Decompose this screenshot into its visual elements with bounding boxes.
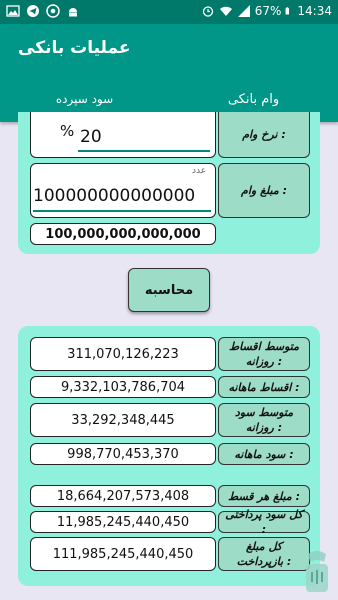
result-label-monthly-interest: سود ماهانه :: [218, 443, 310, 465]
result-label-daily-installment: متوسط اقساط روزانه :: [218, 337, 310, 371]
telegram-icon: [27, 5, 39, 17]
amount-label: مبلغ وام :: [218, 163, 310, 218]
battery-level: 67%: [254, 4, 282, 18]
result-value-total-repayment: 111,985,245,440,450: [30, 537, 216, 571]
status-bar: 67% 14:34: [0, 0, 338, 24]
app-title: عملیات بانکی: [18, 38, 131, 58]
result-value-daily-installment: 311,070,126,223: [30, 337, 216, 371]
result-label-monthly-installment: اقساط ماهانه :: [218, 376, 310, 398]
amount-formatted: 100,000,000,000,000: [30, 223, 216, 245]
amount-input[interactable]: 100000000000000: [33, 186, 195, 206]
battery-icon: [285, 7, 290, 15]
rate-percent-sign: %: [60, 122, 75, 140]
rate-label: نرخ وام :: [218, 112, 310, 158]
store-logo-icon: [306, 551, 328, 592]
app-bar: عملیات بانکی: [0, 24, 338, 76]
result-label-daily-interest: متوسط سود روزانه :: [218, 403, 310, 437]
result-value-each-installment: 18,664,207,573,408: [30, 485, 216, 507]
result-value-monthly-installment: 9,332,103,786,704: [30, 376, 216, 398]
wifi-icon: [219, 6, 232, 16]
signal-icon: [237, 5, 250, 17]
result-label-total-interest: کل سود پرداختی :: [218, 508, 310, 536]
rate-input[interactable]: 20: [80, 127, 102, 147]
calculate-button[interactable]: محاسبه: [128, 268, 210, 312]
rate-input-underline: [78, 150, 210, 152]
amount-input-underline: [33, 210, 211, 212]
alarm-icon: [202, 6, 213, 17]
result-value-total-interest: 11,985,245,440,450: [30, 511, 216, 533]
result-value-daily-interest: 33,292,348,445: [30, 403, 216, 437]
amount-hint: عدد: [192, 166, 207, 176]
chrome-icon: [46, 4, 60, 18]
result-label-total-repayment: کل مبلغ بازپرداخت :: [218, 537, 310, 571]
image-icon: [6, 5, 20, 17]
clock: 14:34: [297, 4, 332, 18]
result-value-monthly-interest: 998,770,453,370: [30, 443, 216, 465]
result-label-each-installment: مبلغ هر قسط :: [218, 485, 310, 507]
android-icon: [69, 8, 77, 17]
